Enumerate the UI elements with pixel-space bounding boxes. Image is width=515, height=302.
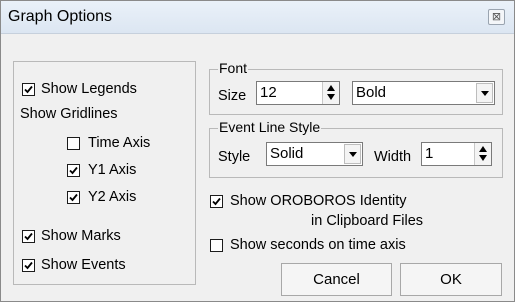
- event-width-value: 1: [425, 145, 434, 162]
- close-icon: ⊠: [491, 11, 502, 23]
- font-style-value: Bold: [356, 84, 387, 101]
- event-width-spinner[interactable]: 1: [421, 142, 492, 166]
- font-size-spinner[interactable]: 12: [256, 81, 340, 105]
- font-style-select[interactable]: Bold: [352, 81, 495, 105]
- show-marks-checkbox[interactable]: [22, 230, 35, 243]
- spinner-arrows-icon[interactable]: [474, 143, 491, 165]
- checkmark-icon: [24, 261, 33, 270]
- checkmark-icon: [212, 197, 221, 206]
- event-line-style-title: Event Line Style: [218, 119, 322, 135]
- checkmark-icon: [24, 232, 33, 241]
- title-bar: Graph Options ⊠: [1, 1, 514, 34]
- event-width-label: Width: [374, 149, 412, 165]
- show-events-checkbox[interactable]: [22, 259, 35, 272]
- font-size-label: Size: [218, 88, 247, 104]
- event-style-label: Style: [218, 149, 251, 165]
- y2-axis-label: Y2 Axis: [88, 189, 137, 205]
- checkmark-icon: [69, 193, 78, 202]
- time-axis-checkbox[interactable]: [67, 137, 80, 150]
- ok-button[interactable]: OK: [400, 263, 502, 296]
- show-seconds-label: Show seconds on time axis: [230, 237, 406, 253]
- cancel-button[interactable]: Cancel: [281, 263, 392, 296]
- show-seconds-checkbox[interactable]: [210, 239, 223, 252]
- show-marks-label: Show Marks: [41, 228, 121, 244]
- time-axis-label: Time Axis: [88, 135, 151, 151]
- window-title: Graph Options: [8, 8, 113, 25]
- chevron-down-icon[interactable]: [476, 83, 493, 103]
- show-identity-label-line2: in Clipboard Files: [311, 213, 424, 229]
- close-button[interactable]: ⊠: [488, 9, 505, 25]
- chevron-down-icon[interactable]: [344, 144, 361, 164]
- show-legends-checkbox[interactable]: [22, 83, 35, 96]
- y1-axis-label: Y1 Axis: [88, 162, 137, 178]
- show-gridlines-label: Show Gridlines: [20, 106, 118, 122]
- checkmark-icon: [69, 166, 78, 175]
- show-identity-label-line1: Show OROBOROS Identity: [230, 193, 407, 209]
- font-size-value: 12: [260, 84, 277, 101]
- event-style-select[interactable]: Solid: [266, 142, 363, 166]
- show-events-label: Show Events: [41, 257, 126, 273]
- y1-axis-checkbox[interactable]: [67, 164, 80, 177]
- checkmark-icon: [24, 85, 33, 94]
- y2-axis-checkbox[interactable]: [67, 191, 80, 204]
- show-legends-label: Show Legends: [41, 81, 137, 97]
- show-identity-checkbox[interactable]: [210, 195, 223, 208]
- event-style-value: Solid: [270, 145, 304, 162]
- spinner-arrows-icon[interactable]: [322, 82, 339, 104]
- font-group-title: Font: [218, 60, 249, 76]
- graph-options-dialog: Graph Options ⊠ Show Legends Show Gridli…: [0, 0, 515, 302]
